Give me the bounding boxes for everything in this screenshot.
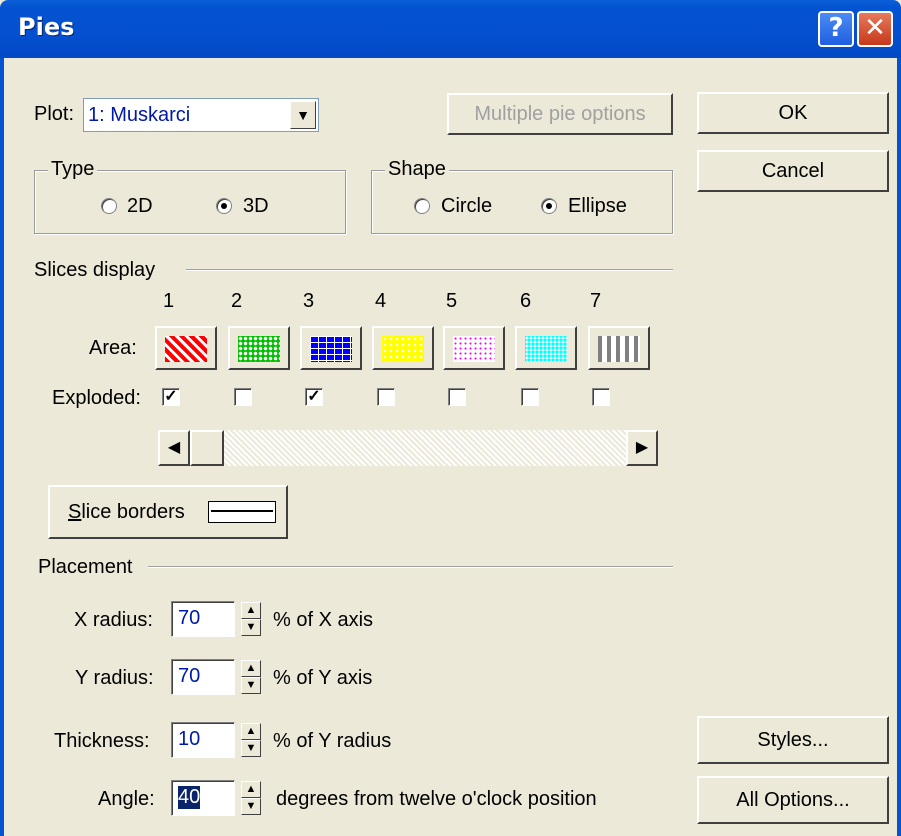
- y-radius-spinner[interactable]: ▲ ▼: [241, 660, 261, 694]
- spin-up-icon: ▲: [241, 723, 261, 740]
- thickness-spinner[interactable]: ▲ ▼: [241, 723, 261, 757]
- slice-4-exploded-checkbox[interactable]: [377, 388, 395, 406]
- y-radius-input[interactable]: 70: [171, 659, 235, 695]
- slice-3-pattern: [310, 336, 352, 362]
- slice-number: 2: [231, 290, 243, 312]
- slices-display-heading: Slices display: [34, 259, 156, 281]
- x-radius-unit: % of X axis: [273, 609, 374, 631]
- slice-4-pattern: [382, 336, 424, 362]
- shape-ellipse-radio[interactable]: [541, 198, 557, 214]
- slice-6-area-button[interactable]: [515, 326, 577, 370]
- scroll-right-arrow-icon[interactable]: ▶: [626, 430, 658, 466]
- shape-legend: Shape: [385, 158, 449, 181]
- cancel-button[interactable]: Cancel: [697, 150, 889, 192]
- ok-button[interactable]: OK: [697, 92, 889, 134]
- type-3d-radio[interactable]: [216, 198, 232, 214]
- thickness-label: Thickness:: [54, 730, 150, 752]
- multiple-pie-options-button[interactable]: Multiple pie options: [447, 93, 673, 135]
- shape-circle-label: Circle: [441, 195, 493, 217]
- scroll-left-arrow-icon[interactable]: ◀: [158, 430, 190, 466]
- angle-spinner[interactable]: ▲ ▼: [241, 781, 261, 815]
- slice-5-area-button[interactable]: [443, 326, 505, 370]
- spin-down-icon: ▼: [241, 798, 261, 815]
- slice-number: 3: [303, 290, 315, 312]
- angle-label: Angle:: [98, 788, 155, 810]
- x-radius-input[interactable]: 70: [171, 601, 235, 637]
- window-frame-right: [897, 58, 901, 836]
- plot-select-value: 1: Muskarci: [88, 104, 191, 126]
- slice-6-pattern: [525, 336, 567, 362]
- slices-scrollbar[interactable]: ◀ ▶: [158, 430, 658, 466]
- close-button[interactable]: ✕: [857, 11, 893, 47]
- slice-number: 7: [590, 290, 602, 312]
- spin-down-icon: ▼: [241, 619, 261, 636]
- slice-2-exploded-checkbox[interactable]: [234, 388, 252, 406]
- angle-input[interactable]: 40: [171, 780, 235, 816]
- slice-7-area-button[interactable]: [588, 326, 650, 370]
- slice-2-pattern: [238, 336, 280, 362]
- x-radius-label: X radius:: [74, 609, 153, 631]
- spin-down-icon: ▼: [241, 740, 261, 757]
- spin-down-icon: ▼: [241, 677, 261, 694]
- placement-separator: [148, 566, 673, 568]
- slice-borders-label: Slice borders: [68, 501, 185, 523]
- plot-label: Plot:: [34, 103, 75, 125]
- slices-separator: [186, 269, 673, 271]
- slice-1-exploded-checkbox[interactable]: ✓: [162, 388, 180, 406]
- slice-borders-button[interactable]: Slice borders: [48, 485, 288, 539]
- slice-border-preview: [208, 501, 276, 523]
- spin-up-icon: ▲: [241, 660, 261, 677]
- spin-up-icon: ▲: [241, 781, 261, 798]
- plot-select[interactable]: 1: Muskarci ▼: [83, 98, 319, 132]
- type-legend: Type: [48, 158, 98, 181]
- angle-unit: degrees from twelve o'clock position: [276, 788, 597, 810]
- window-frame-left: [0, 58, 4, 836]
- x-radius-spinner[interactable]: ▲ ▼: [241, 602, 261, 636]
- y-radius-label: Y radius:: [75, 667, 154, 689]
- thickness-unit: % of Y radius: [273, 730, 392, 752]
- all-options-button[interactable]: All Options...: [697, 776, 889, 824]
- slice-5-pattern: [453, 336, 495, 362]
- close-icon: ✕: [864, 13, 886, 43]
- type-2d-radio[interactable]: [101, 198, 117, 214]
- help-button[interactable]: ?: [818, 11, 854, 47]
- title-bar: Pies ? ✕: [0, 0, 901, 58]
- slice-2-area-button[interactable]: [228, 326, 290, 370]
- scroll-thumb[interactable]: [190, 430, 224, 466]
- slice-7-pattern: [598, 336, 640, 362]
- help-icon: ?: [828, 13, 844, 43]
- spin-up-icon: ▲: [241, 602, 261, 619]
- styles-button[interactable]: Styles...: [697, 716, 889, 764]
- chevron-down-icon[interactable]: ▼: [290, 101, 316, 129]
- shape-circle-radio[interactable]: [414, 198, 430, 214]
- slice-number: 5: [446, 290, 458, 312]
- slice-7-exploded-checkbox[interactable]: [592, 388, 610, 406]
- slice-3-area-button[interactable]: [300, 326, 362, 370]
- y-radius-unit: % of Y axis: [273, 667, 373, 689]
- slice-1-pattern: [165, 336, 207, 362]
- slice-number: 6: [520, 290, 532, 312]
- shape-ellipse-label: Ellipse: [568, 195, 627, 217]
- slice-3-exploded-checkbox[interactable]: ✓: [305, 388, 323, 406]
- area-label: Area:: [89, 337, 137, 359]
- exploded-label: Exploded:: [52, 387, 141, 409]
- type-3d-label: 3D: [243, 195, 269, 217]
- type-2d-label: 2D: [127, 195, 153, 217]
- slice-number: 4: [375, 290, 387, 312]
- slice-number: 1: [163, 290, 175, 312]
- slice-4-area-button[interactable]: [372, 326, 434, 370]
- slice-6-exploded-checkbox[interactable]: [521, 388, 539, 406]
- slice-5-exploded-checkbox[interactable]: [448, 388, 466, 406]
- window-title: Pies: [18, 13, 75, 41]
- slice-1-area-button[interactable]: [155, 326, 217, 370]
- placement-heading: Placement: [38, 556, 133, 578]
- thickness-input[interactable]: 10: [171, 722, 235, 758]
